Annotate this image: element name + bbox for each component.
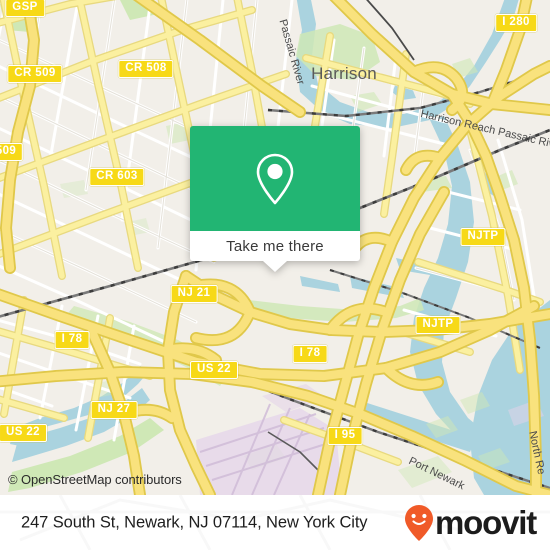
map-screenshot: © OpenStreetMap contributors GSP CR 509 CR… bbox=[0, 0, 550, 550]
road-shield: I 78 bbox=[54, 331, 90, 349]
popup-tail bbox=[263, 261, 287, 272]
address-label: 247 South St, Newark, NJ 07114, New York… bbox=[21, 513, 368, 531]
popup-header bbox=[190, 126, 360, 231]
place-label: Harrison bbox=[311, 64, 377, 83]
water-label: Port Newark bbox=[406, 455, 467, 493]
map-pin-icon bbox=[256, 153, 294, 204]
map-attribution: © OpenStreetMap contributors bbox=[8, 472, 182, 487]
moovit-pin-smile-icon bbox=[405, 504, 434, 541]
water-label: Passaic River bbox=[276, 18, 307, 86]
road-shield: NJ 27 bbox=[90, 401, 138, 419]
road-shield: NJTP bbox=[460, 228, 506, 246]
take-me-there-label: Take me there bbox=[226, 237, 324, 255]
road-shield: I 95 bbox=[327, 427, 363, 445]
road-shield: NJTP bbox=[415, 316, 461, 334]
moovit-logo[interactable]: moovit bbox=[404, 504, 537, 542]
road-shield: GSP bbox=[5, 0, 45, 17]
water-label: North Re bbox=[526, 430, 548, 476]
road-shield: US 22 bbox=[0, 424, 47, 442]
water-label: Harrison Reach Passaic Rive bbox=[419, 108, 550, 152]
location-popup-card[interactable]: Take me there bbox=[190, 126, 360, 272]
road-shield: US 22 bbox=[190, 361, 238, 379]
road-shield: NJ 21 bbox=[170, 285, 218, 303]
popup-footer[interactable]: Take me there bbox=[190, 231, 360, 272]
road-shield: I 78 bbox=[292, 345, 328, 363]
footer-bar: 247 South St, Newark, NJ 07114, New York… bbox=[0, 495, 550, 550]
moovit-wordmark: moovit bbox=[435, 504, 537, 541]
road-shield: CR 508 bbox=[118, 60, 174, 78]
road-shield: I 280 bbox=[495, 14, 537, 32]
road-shield: 509 bbox=[0, 143, 24, 161]
road-shield: CR 603 bbox=[89, 168, 145, 186]
road-shield: CR 509 bbox=[7, 65, 63, 83]
